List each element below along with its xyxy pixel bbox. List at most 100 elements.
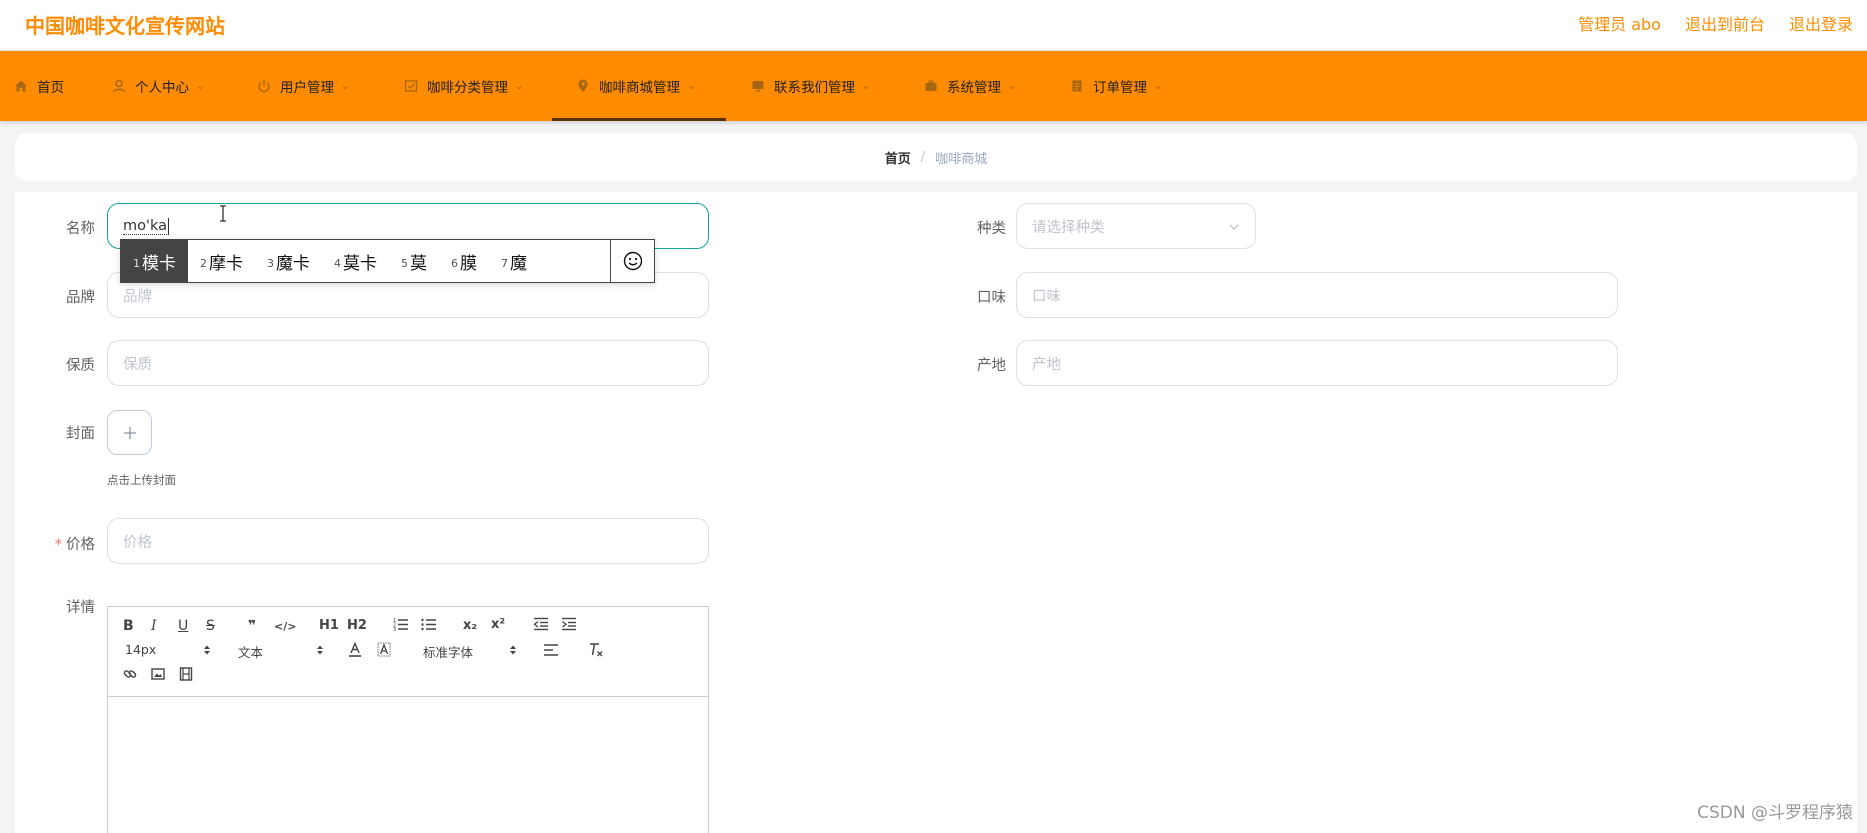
logout-link[interactable]: 退出登录 — [1789, 11, 1853, 35]
nav-item-system-management[interactable]: 系统管理 ⌄ — [924, 51, 1016, 121]
name-input-value: mo'ka — [123, 217, 168, 235]
ordered-list-icon[interactable]: 123 — [393, 617, 409, 636]
ime-candidate[interactable]: 1 模卡 — [121, 240, 188, 282]
top-links: 管理员 abo 退出到前台 退出登录 — [1578, 11, 1853, 35]
chevron-down-icon: ⌄ — [196, 80, 205, 92]
bullet-list-icon[interactable] — [421, 617, 437, 636]
nav-item-coffee-mall[interactable]: 咖啡商城管理 ⌄ — [552, 51, 726, 121]
ime-candidate[interactable]: 5莫 — [389, 240, 439, 282]
header-format-select[interactable]: 文本 — [238, 642, 328, 661]
ime-candidate[interactable]: 6膜 — [439, 240, 489, 282]
text-caret — [168, 217, 170, 235]
code-block-button[interactable]: </> — [274, 618, 296, 636]
subscript-button[interactable]: x₂ — [463, 617, 477, 635]
brand-label: 品牌 — [66, 290, 95, 306]
cover-upload-button[interactable] — [107, 410, 152, 455]
ime-candidate[interactable]: 3 魔卡 — [255, 240, 322, 282]
breadcrumb-separator: / — [920, 149, 926, 165]
rich-text-editor: B I U S ❞ </> H1 H2 123 x₂ x² 14px 文本 标准… — [107, 606, 709, 833]
video-icon[interactable] — [179, 667, 193, 686]
category-select[interactable]: 请选择种类 — [1016, 203, 1256, 249]
brand-placeholder: 品牌 — [123, 288, 152, 305]
price-placeholder: 价格 — [123, 534, 152, 551]
emoji-button[interactable] — [610, 240, 654, 282]
breadcrumb: 首页 / 咖啡商城 — [15, 133, 1857, 181]
category-placeholder: 请选择种类 — [1032, 219, 1105, 236]
header-1-button[interactable]: H1 — [319, 617, 339, 635]
indent-icon[interactable] — [561, 617, 577, 636]
header-format-value: 文本 — [238, 645, 264, 660]
superscript-button[interactable]: x² — [491, 616, 505, 634]
nav-item-coffee-category[interactable]: 咖啡分类管理 ⌄ — [404, 51, 523, 121]
ibeam-cursor-icon — [220, 205, 226, 222]
chevron-down-icon: ⌄ — [341, 80, 350, 92]
chevron-down-icon: ⌄ — [515, 80, 524, 92]
user-icon — [112, 79, 126, 93]
ime-candidate[interactable]: 7魔 — [489, 240, 539, 282]
smiley-icon — [623, 251, 642, 271]
plus-icon — [123, 426, 136, 439]
italic-button[interactable]: I — [151, 617, 157, 635]
required-mark: * — [54, 537, 62, 553]
background-color-icon[interactable] — [377, 642, 391, 663]
link-icon[interactable] — [123, 667, 137, 686]
font-size-select[interactable]: 14px — [125, 642, 215, 657]
ime-candidate-text: 魔 — [510, 253, 527, 274]
nav-label: 咖啡商城管理 — [599, 80, 680, 96]
strike-button[interactable]: S — [206, 617, 215, 635]
site-brand[interactable]: 中国咖啡文化宣传网站 — [25, 10, 225, 39]
nav-label: 首页 — [37, 80, 64, 96]
shelf-life-label: 保质 — [66, 358, 95, 374]
up-down-arrow-icon — [204, 645, 210, 655]
taste-label: 口味 — [977, 290, 1006, 306]
image-icon[interactable] — [151, 667, 165, 686]
font-size-value: 14px — [125, 642, 157, 657]
chevron-down-icon: ⌄ — [1008, 80, 1017, 92]
nav-item-order-management[interactable]: 订单管理 ⌄ — [1070, 51, 1162, 121]
chevron-down-icon — [1229, 224, 1239, 230]
admin-user-link[interactable]: 管理员 abo — [1578, 11, 1661, 35]
main-nav: 首页 个人中心 ⌄ 用户管理 ⌄ 咖啡分类管理 ⌄ 咖啡商城管理 ⌄ 联系我们管… — [0, 51, 1867, 121]
ime-candidate-text: 魔卡 — [276, 253, 310, 274]
ime-candidate-text: 莫卡 — [343, 253, 377, 274]
clear-format-icon[interactable] — [588, 642, 604, 663]
header-2-button[interactable]: H2 — [347, 617, 367, 635]
nav-item-contact-us[interactable]: 联系我们管理 ⌄ — [751, 51, 870, 121]
font-color-icon[interactable] — [348, 641, 362, 663]
nav-item-personal-center[interactable]: 个人中心 ⌄ — [112, 51, 204, 121]
nav-label: 系统管理 — [947, 80, 1001, 96]
nav-label: 订单管理 — [1093, 80, 1147, 96]
ime-candidate-number: 6 — [451, 256, 458, 270]
font-family-value: 标准字体 — [423, 645, 474, 660]
origin-label: 产地 — [977, 358, 1006, 374]
up-down-arrow-icon — [317, 645, 323, 655]
price-input[interactable]: 价格 — [107, 518, 709, 564]
check-square-icon — [404, 79, 418, 93]
nav-item-home[interactable]: 首页 — [14, 51, 64, 121]
ime-candidate-text: 膜 — [460, 253, 477, 274]
outdent-icon[interactable] — [533, 617, 549, 636]
align-left-icon[interactable] — [543, 643, 559, 662]
shelf-life-input[interactable]: 保质 — [107, 340, 709, 386]
nav-item-user-management[interactable]: 用户管理 ⌄ — [257, 51, 349, 121]
underline-button[interactable]: U — [178, 617, 188, 635]
taste-input[interactable]: 口味 — [1016, 272, 1618, 318]
ime-candidate[interactable]: 4 莫卡 — [322, 240, 389, 282]
breadcrumb-home[interactable]: 首页 — [885, 148, 911, 167]
ime-candidate-text: 莫 — [410, 253, 427, 274]
document-icon — [1070, 79, 1084, 93]
ime-candidate[interactable]: 2 摩卡 — [188, 240, 255, 282]
taste-placeholder: 口味 — [1032, 288, 1061, 305]
ime-candidate-bar: 1 模卡 2 摩卡 3 魔卡 4 莫卡 5莫 6膜 7魔 — [120, 239, 655, 283]
editor-content-area[interactable] — [108, 697, 708, 833]
cover-upload-tip: 点击上传封面 — [107, 473, 176, 487]
font-family-select[interactable]: 标准字体 — [423, 642, 518, 661]
detail-label: 详情 — [66, 600, 95, 616]
ime-candidate-number: 7 — [501, 256, 508, 270]
exit-to-front-link[interactable]: 退出到前台 — [1685, 11, 1765, 35]
bold-button[interactable]: B — [123, 617, 134, 635]
cover-label: 封面 — [66, 426, 95, 442]
origin-input[interactable]: 产地 — [1016, 340, 1618, 386]
blockquote-button[interactable]: ❞ — [248, 617, 256, 635]
ime-candidate-number: 4 — [334, 256, 341, 270]
